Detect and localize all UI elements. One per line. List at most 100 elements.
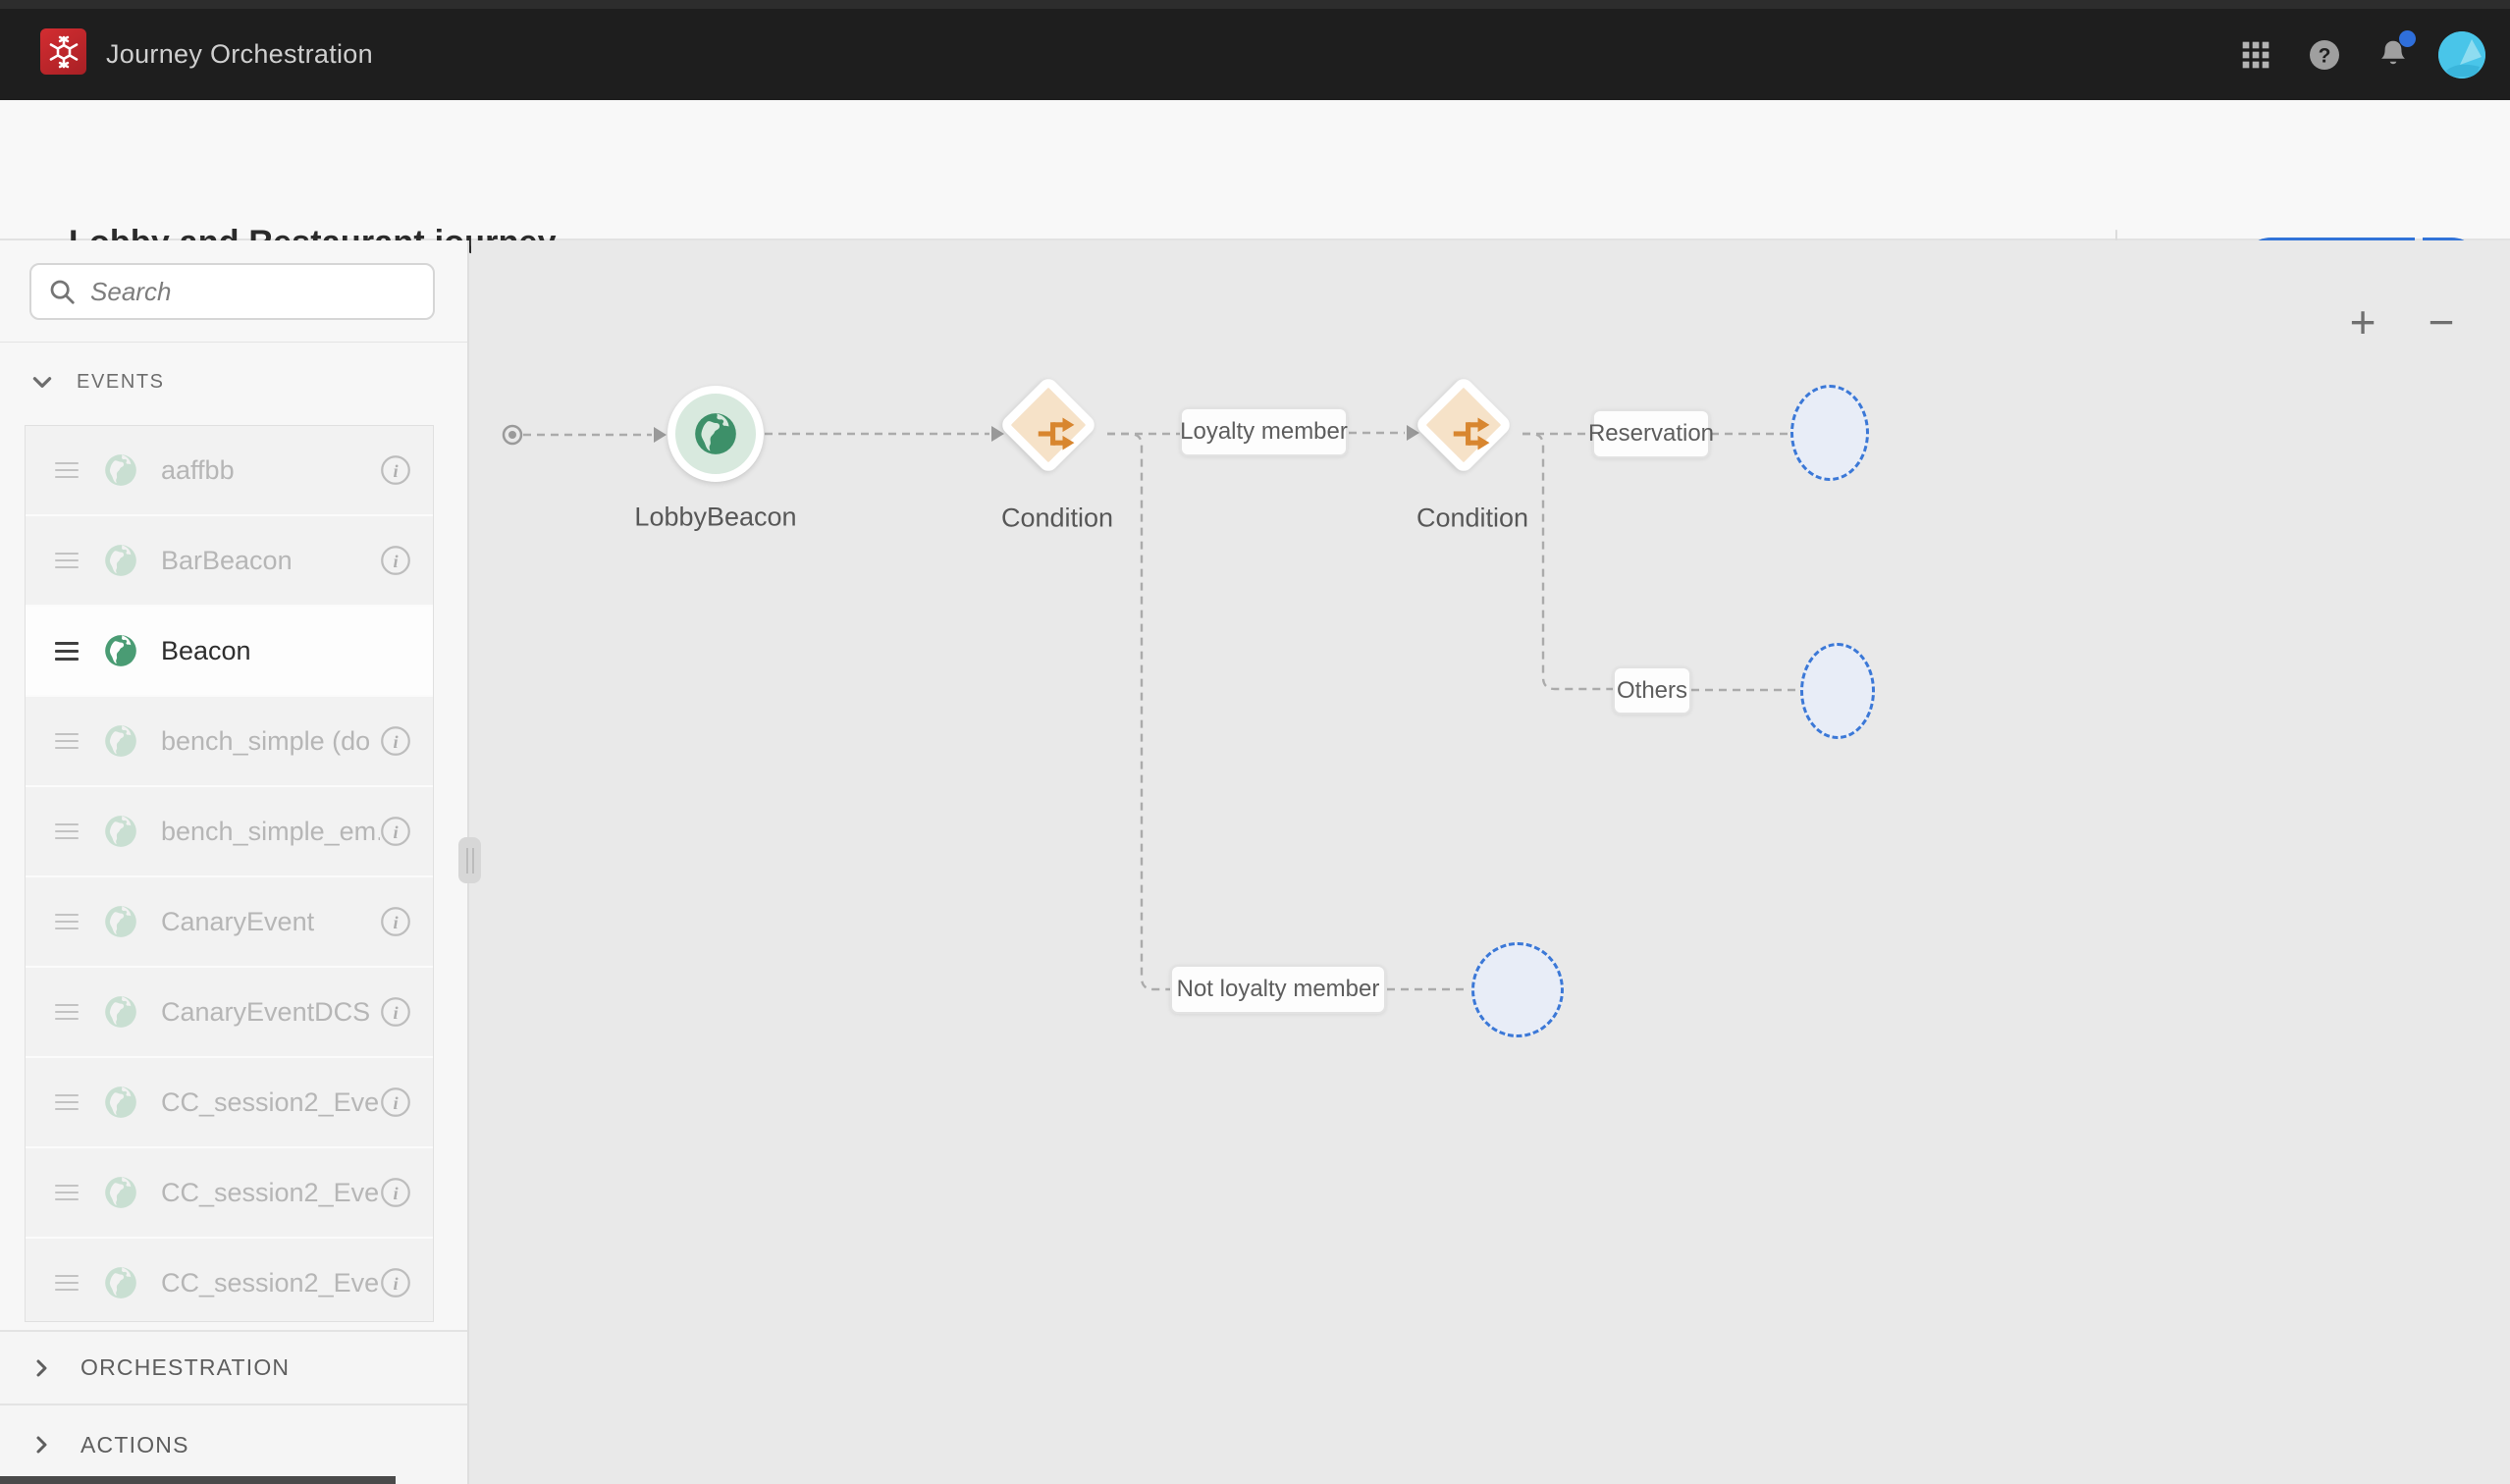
svg-text:i: i bbox=[393, 913, 399, 932]
event-item-label: aaffbb bbox=[161, 455, 380, 486]
sidebar-resize-handle[interactable] bbox=[458, 837, 481, 883]
event-item[interactable]: CanaryEvent i bbox=[26, 877, 433, 966]
node-lobbybeacon-event[interactable] bbox=[668, 386, 764, 482]
event-globe-icon bbox=[102, 722, 139, 760]
event-globe-icon bbox=[102, 1084, 139, 1121]
info-icon[interactable]: i bbox=[380, 545, 411, 576]
event-globe-icon bbox=[102, 903, 139, 940]
journey-orchestration-app: Journey Orchestration ? bbox=[0, 0, 2510, 1484]
drag-handle-icon[interactable] bbox=[55, 733, 79, 749]
drag-handle-icon[interactable] bbox=[55, 1094, 79, 1110]
zoom-out-button[interactable]: − bbox=[2414, 294, 2469, 349]
node-label-lobbybeacon: LobbyBeacon bbox=[634, 503, 796, 533]
info-icon[interactable]: i bbox=[380, 816, 411, 847]
event-item-label: bench_simple (do ... bbox=[161, 726, 380, 757]
event-item-label: CC_session2_Even... bbox=[161, 1087, 380, 1118]
journey-header: Lobby and Restaurant journey Version 1 ·… bbox=[0, 100, 2510, 240]
svg-text:i: i bbox=[393, 552, 399, 571]
zoom-in-button[interactable]: + bbox=[2335, 294, 2390, 349]
event-item[interactable]: bench_simple_em... i bbox=[26, 787, 433, 875]
info-icon[interactable]: i bbox=[380, 996, 411, 1028]
app-title: Journey Orchestration bbox=[106, 0, 373, 100]
actions-section-label: ACTIONS bbox=[80, 1432, 189, 1458]
event-item-label: bench_simple_em... bbox=[161, 817, 380, 847]
event-item-label: CanaryEventDCS bbox=[161, 997, 380, 1028]
adobe-journey-logo[interactable] bbox=[40, 28, 86, 75]
event-globe-icon bbox=[102, 813, 139, 850]
placeholder-node-others[interactable] bbox=[1800, 643, 1875, 739]
svg-text:?: ? bbox=[2319, 44, 2331, 67]
event-globe-icon bbox=[102, 451, 139, 489]
event-globe-icon bbox=[102, 1264, 139, 1301]
top-nav-bar: Journey Orchestration ? bbox=[0, 0, 2510, 100]
chevron-down-icon bbox=[29, 369, 55, 395]
event-globe-icon bbox=[102, 993, 139, 1031]
node-condition-1[interactable] bbox=[998, 375, 1098, 475]
chevron-right-icon bbox=[29, 1356, 53, 1380]
snowflake-logo-icon bbox=[46, 34, 81, 70]
event-item-selected[interactable]: Beacon bbox=[26, 607, 433, 695]
placeholder-node-not-loyalty[interactable] bbox=[1471, 942, 1564, 1037]
info-icon[interactable]: i bbox=[380, 1177, 411, 1208]
actions-section-header[interactable]: ACTIONS bbox=[0, 1404, 467, 1484]
app-switcher-grid-icon[interactable] bbox=[2221, 21, 2290, 89]
info-icon[interactable]: i bbox=[380, 725, 411, 757]
chevron-right-icon bbox=[29, 1433, 53, 1457]
orchestration-section-label: ORCHESTRATION bbox=[80, 1354, 290, 1381]
event-item-label: CC_session2_Even... bbox=[161, 1178, 380, 1208]
event-globe-icon bbox=[102, 632, 139, 669]
svg-text:i: i bbox=[393, 822, 399, 842]
user-avatar[interactable] bbox=[2428, 21, 2496, 89]
svg-text:i: i bbox=[393, 1093, 399, 1113]
branch-chip-others[interactable]: Others bbox=[1613, 666, 1691, 715]
orchestration-section-header[interactable]: ORCHESTRATION bbox=[0, 1330, 467, 1404]
drag-handle-icon[interactable] bbox=[55, 553, 79, 568]
info-icon[interactable]: i bbox=[380, 1086, 411, 1118]
event-item[interactable]: CC_session2_Even... i bbox=[26, 1058, 433, 1146]
events-list: aaffbb i BarBeacon i Beacon bench_simple… bbox=[25, 425, 434, 1322]
drag-handle-icon[interactable] bbox=[55, 642, 79, 661]
svg-text:i: i bbox=[393, 1274, 399, 1294]
svg-text:i: i bbox=[393, 1003, 399, 1023]
drag-handle-icon[interactable] bbox=[55, 823, 79, 839]
branch-chip-not-loyalty-member[interactable]: Not loyalty member bbox=[1170, 965, 1386, 1014]
search-input[interactable] bbox=[90, 277, 417, 307]
event-item-label: Beacon bbox=[161, 636, 433, 666]
info-icon[interactable]: i bbox=[380, 906, 411, 937]
horizontal-scrollbar[interactable] bbox=[0, 1476, 396, 1484]
event-item[interactable]: CC_session2_Even... i bbox=[26, 1148, 433, 1237]
svg-text:i: i bbox=[393, 461, 399, 481]
branch-chip-reservation[interactable]: Reservation bbox=[1592, 409, 1710, 458]
globe-event-icon bbox=[691, 409, 740, 458]
placeholder-node-reservation[interactable] bbox=[1790, 385, 1869, 481]
events-section-label: EVENTS bbox=[77, 371, 165, 394]
event-item[interactable]: BarBeacon i bbox=[26, 516, 433, 605]
node-condition-2[interactable] bbox=[1414, 375, 1514, 475]
event-globe-icon bbox=[102, 542, 139, 579]
drag-handle-icon[interactable] bbox=[55, 462, 79, 478]
svg-text:i: i bbox=[393, 732, 399, 752]
event-item-label: CanaryEvent bbox=[161, 907, 380, 937]
drag-handle-icon[interactable] bbox=[55, 1004, 79, 1020]
event-item[interactable]: CC_session2_Even... i bbox=[26, 1239, 433, 1322]
search-icon bbox=[47, 275, 77, 308]
svg-text:i: i bbox=[393, 1184, 399, 1203]
palette-search[interactable] bbox=[29, 263, 435, 320]
event-item-label: CC_session2_Even... bbox=[161, 1268, 380, 1298]
window-top-strip bbox=[0, 0, 2510, 9]
event-item[interactable]: bench_simple (do ... i bbox=[26, 697, 433, 785]
event-item[interactable]: aaffbb i bbox=[26, 426, 433, 514]
branch-chip-loyalty-member[interactable]: Loyalty member bbox=[1180, 407, 1348, 456]
journey-canvas[interactable]: LobbyBeacon Condition Loyalty member Res… bbox=[471, 240, 2510, 1484]
drag-handle-icon[interactable] bbox=[55, 1275, 79, 1291]
notification-dot bbox=[2399, 30, 2416, 47]
drag-handle-icon[interactable] bbox=[55, 914, 79, 929]
notifications-bell-icon[interactable] bbox=[2359, 21, 2428, 89]
drag-handle-icon[interactable] bbox=[55, 1185, 79, 1200]
info-icon[interactable]: i bbox=[380, 1267, 411, 1298]
event-item[interactable]: CanaryEventDCS i bbox=[26, 968, 433, 1056]
help-icon[interactable]: ? bbox=[2290, 21, 2359, 89]
info-icon[interactable]: i bbox=[380, 454, 411, 486]
events-section-header[interactable]: EVENTS bbox=[29, 369, 165, 395]
node-label-condition-2: Condition bbox=[1416, 504, 1528, 534]
